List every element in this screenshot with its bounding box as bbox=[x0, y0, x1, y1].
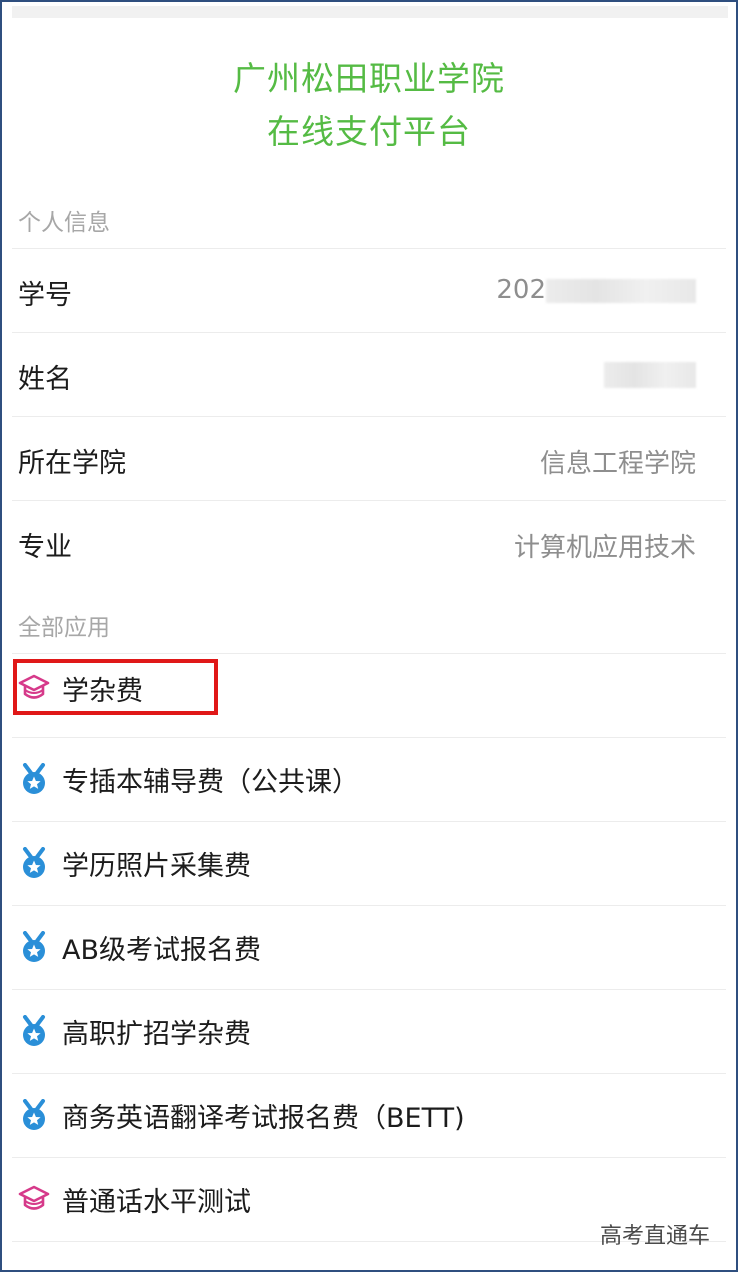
app-item-label: 高职扩招学杂费 bbox=[62, 1018, 251, 1050]
app-item-upgrade-tutoring-fee[interactable]: 专插本辅导费（公共课） bbox=[18, 759, 359, 799]
medal-icon bbox=[18, 1099, 50, 1131]
app-item-ab-exam-fee[interactable]: AB级考试报名费 bbox=[18, 927, 261, 967]
name-label: 姓名 bbox=[18, 364, 72, 395]
divider bbox=[12, 332, 726, 333]
major-value: 计算机应用技术 bbox=[513, 533, 696, 563]
section-label-personal-info: 个人信息 bbox=[18, 210, 110, 236]
section-label-all-apps: 全部应用 bbox=[18, 615, 110, 641]
divider bbox=[12, 989, 726, 990]
school-name-title: 广州松田职业学院 bbox=[233, 59, 505, 98]
medal-icon bbox=[18, 847, 50, 879]
redacted-blur bbox=[604, 361, 696, 388]
app-item-expansion-tuition-fee[interactable]: 高职扩招学杂费 bbox=[18, 1011, 251, 1051]
page-frame: 广州松田职业学院 在线支付平台 个人信息 学号 202 姓名 所在学院 信息工程… bbox=[0, 0, 738, 1272]
highlight-annotation-box bbox=[13, 659, 218, 715]
medal-icon bbox=[18, 763, 50, 795]
college-value: 信息工程学院 bbox=[539, 449, 696, 479]
app-item-label: 学历照片采集费 bbox=[62, 850, 251, 882]
watermark-text: 高考直通车 bbox=[599, 1224, 710, 1249]
name-value bbox=[604, 359, 696, 389]
redacted-blur bbox=[546, 278, 696, 303]
app-item-mandarin-test[interactable]: 普通话水平测试 bbox=[18, 1179, 251, 1219]
graduation-cap-icon bbox=[18, 1183, 50, 1215]
platform-title: 在线支付平台 bbox=[267, 112, 471, 151]
divider bbox=[12, 1157, 726, 1158]
app-item-photo-collection-fee[interactable]: 学历照片采集费 bbox=[18, 843, 251, 883]
divider bbox=[12, 821, 726, 822]
divider bbox=[12, 416, 726, 417]
app-item-label: 商务英语翻译考试报名费（BETT) bbox=[62, 1102, 465, 1134]
student-id-prefix: 202 bbox=[496, 275, 546, 305]
divider bbox=[12, 737, 726, 738]
app-item-label: 专插本辅导费（公共课） bbox=[62, 766, 359, 798]
college-label: 所在学院 bbox=[18, 448, 126, 479]
student-id-value: 202 bbox=[496, 275, 696, 305]
divider bbox=[12, 248, 726, 249]
medal-icon bbox=[18, 931, 50, 963]
top-status-strip bbox=[12, 6, 728, 18]
app-item-label: AB级考试报名费 bbox=[62, 934, 261, 966]
divider bbox=[12, 1073, 726, 1074]
divider bbox=[12, 905, 726, 906]
major-label: 专业 bbox=[18, 532, 72, 563]
divider bbox=[12, 500, 726, 501]
student-id-label: 学号 bbox=[18, 280, 72, 311]
app-item-bett-exam-fee[interactable]: 商务英语翻译考试报名费（BETT) bbox=[18, 1095, 465, 1135]
medal-icon bbox=[18, 1015, 50, 1047]
app-item-label: 普通话水平测试 bbox=[62, 1186, 251, 1218]
divider bbox=[12, 653, 726, 654]
